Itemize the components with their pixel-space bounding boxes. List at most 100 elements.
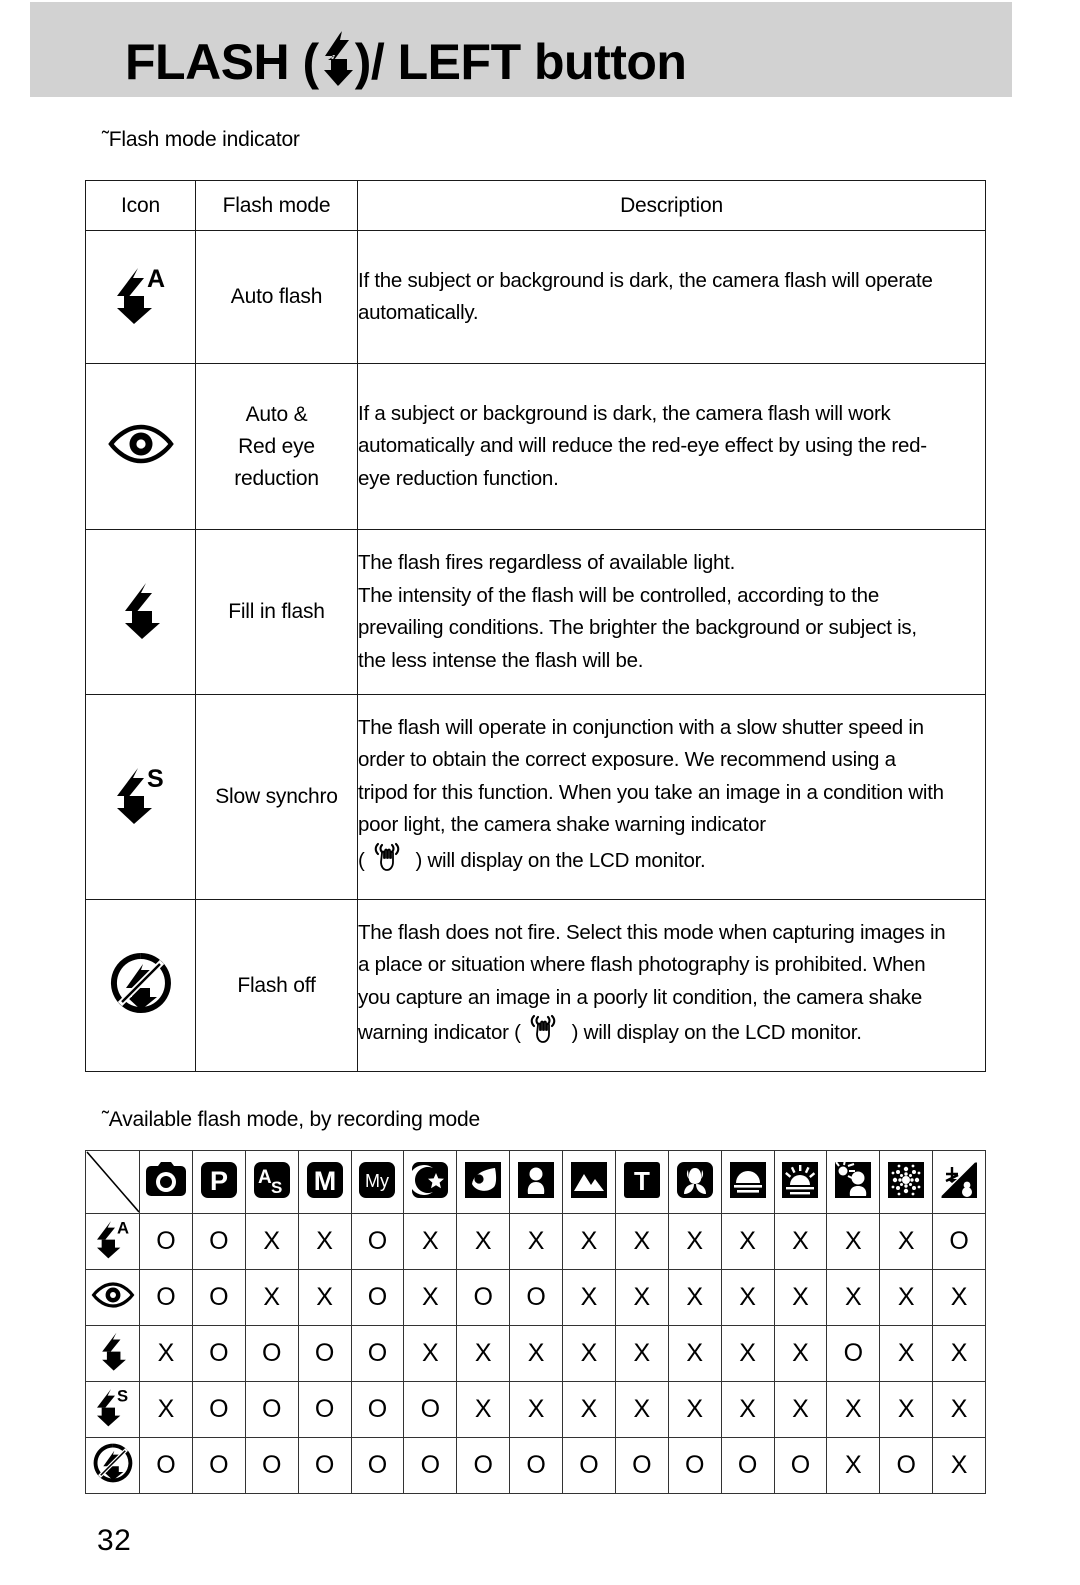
manual-mode-icon: M [306,1161,344,1204]
grid-cell: X [879,1269,934,1326]
row-header-flash-off-icon [85,1437,140,1494]
children-mode-icon [517,1161,555,1204]
grid-row-auto-flash: A O O X X O X X X X X X X X X X O [85,1213,986,1270]
flash-off-icon-cell [85,899,196,1072]
flash-mode-description: The flash does not fire. Select this mod… [357,899,986,1072]
mode-label-line: reduction [234,466,319,490]
mode-label-line: Auto & [245,402,308,426]
camera-shake-icon [528,1014,564,1055]
page-title-suffix: )/ LEFT button [354,34,687,90]
description-line: tripod for this function. When you take … [358,780,944,804]
backlight-mode-icon [834,1159,872,1204]
grid-cell: O [191,1269,246,1326]
page-title-prefix: FLASH ( [125,34,319,90]
beach-snow-mode-icon-cell [932,1150,986,1214]
sunset-mode-icon [729,1161,767,1204]
description-line: automatically. [358,301,479,324]
grid-cell: O [297,1325,352,1382]
grid-cell: X [509,1325,563,1382]
svg-text:P: P [210,1166,228,1196]
grid-row-red-eye-reduction: O O X X O X O O X X X X X X X X [85,1269,986,1326]
grid-cell: X [773,1381,828,1438]
flash-slow-synchro-icon: S [93,1386,133,1433]
landscape-mode-icon-cell [562,1150,616,1214]
page-number: 32 [97,1524,132,1557]
camera-shake-icon [372,842,408,883]
grid-cell: X [139,1325,193,1382]
auto-camera-mode-icon [145,1161,187,1203]
grid-cell: O [191,1437,246,1494]
red-eye-reduction-icon [91,1282,135,1313]
flash-auto-icon-cell: A [85,230,196,364]
grid-row-fill-in-flash: X O O O O X X X X X X X X O X X [85,1325,986,1382]
sunset-mode-icon-cell [720,1150,775,1214]
grid-cell: X [562,1325,616,1382]
description-line: order to obtain the correct exposure. We… [358,748,896,772]
grid-cell: X [244,1213,299,1270]
grid-cell: X [403,1269,458,1326]
table-row: Flash off The flash does not fire. Selec… [85,899,986,1072]
svg-text:A: A [147,265,165,293]
flash-slow-synchro-icon-cell: S [85,694,196,900]
row-header-flash-slow-synchro-icon: S [85,1381,140,1438]
night-scene-mode-icon-cell [403,1150,458,1214]
grid-cell: X [826,1437,881,1494]
grid-cell: O [350,1213,405,1270]
flash-mode-indicator-table: Icon Flash mode Description A Auto flash… [85,180,986,1072]
children-mode-icon-cell [509,1150,563,1214]
row-header-flash-auto-icon: A [85,1213,140,1270]
night-scene-mode-icon [409,1161,449,1204]
description-line: If a subject or background is dark, the … [358,401,891,425]
table-row: Fill in flash The flash fires regardless… [85,529,986,695]
grid-cell: X [614,1381,669,1438]
grid-cell: O [720,1437,775,1494]
aperture-shutter-priority-mode-icon: A S [253,1161,291,1204]
flash-off-icon [110,952,172,1019]
grid-cell: X [562,1269,616,1326]
grid-cell: X [932,1269,986,1326]
flash-fill-icon [119,579,163,646]
header-cell-description: Description [357,180,986,231]
dawn-mode-icon [781,1161,819,1204]
grid-cell: X [667,1381,722,1438]
description-line: the less intense the flash will be. [358,648,644,672]
aperture-shutter-priority-mode-icon-cell: A S [244,1150,299,1214]
grid-cell: O [297,1381,352,1438]
table-row: S Slow synchro The flash will operate in… [85,694,986,900]
flash-auto-icon: A [93,1218,133,1265]
grid-cell: X [297,1213,352,1270]
flash-mode-description: If the subject or background is dark, th… [357,230,986,364]
program-mode-icon: P [200,1161,238,1204]
diagonal-divider [85,1150,140,1214]
grid-cell: X [720,1213,775,1270]
row-header-flash-fill-icon [85,1325,140,1382]
section-caption-available-flash-mode: ˜Available flash mode, by recording mode [102,1108,480,1131]
grid-cell: X [720,1381,775,1438]
grid-cell: X [562,1213,616,1270]
grid-cell: O [403,1437,458,1494]
svg-text:S: S [147,765,164,793]
landscape-mode-icon [570,1161,608,1204]
row-header-red-eye-reduction-icon [85,1269,140,1326]
grid-cell: O [139,1213,193,1270]
grid-cell: X [509,1213,563,1270]
grid-cell: O [667,1437,722,1494]
description-tail-before: warning indicator ( [358,1021,521,1044]
grid-cell: O [244,1325,299,1382]
grid-cell: X [667,1325,722,1382]
grid-cell: X [614,1213,669,1270]
description-line: prevailing conditions. The brighter the … [358,616,917,639]
grid-cell: X [667,1213,722,1270]
grid-cell: O [456,1269,511,1326]
grid-cell: X [720,1269,775,1326]
description-line: If the subject or background is dark, th… [358,268,933,292]
grid-cell: O [509,1269,563,1326]
header-cell-icon: Icon [85,180,196,231]
flash-slow-synchro-icon: S [111,764,171,831]
grid-cell: X [562,1381,616,1438]
portrait-mode-icon [464,1161,502,1204]
grid-cell: X [879,1213,934,1270]
grid-cell: X [614,1325,669,1382]
grid-cell: O [244,1437,299,1494]
page-header-banner: FLASH ( )/ LEFT button [30,2,1012,97]
